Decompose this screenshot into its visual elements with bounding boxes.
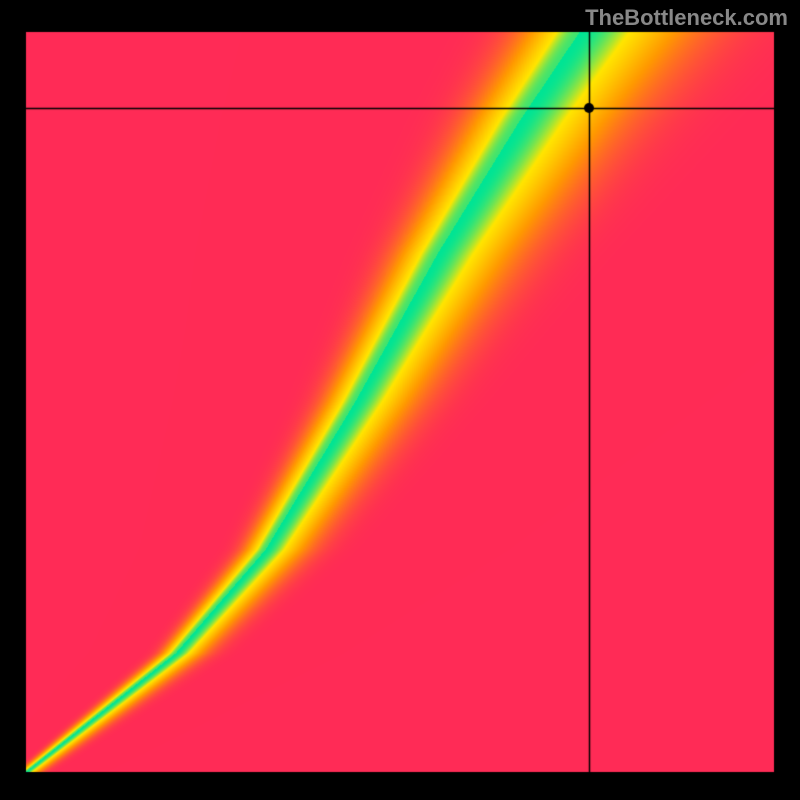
chart-container: TheBottleneck.com: [0, 0, 800, 800]
attribution-text: TheBottleneck.com: [585, 5, 788, 31]
bottleneck-heatmap: [0, 0, 800, 800]
